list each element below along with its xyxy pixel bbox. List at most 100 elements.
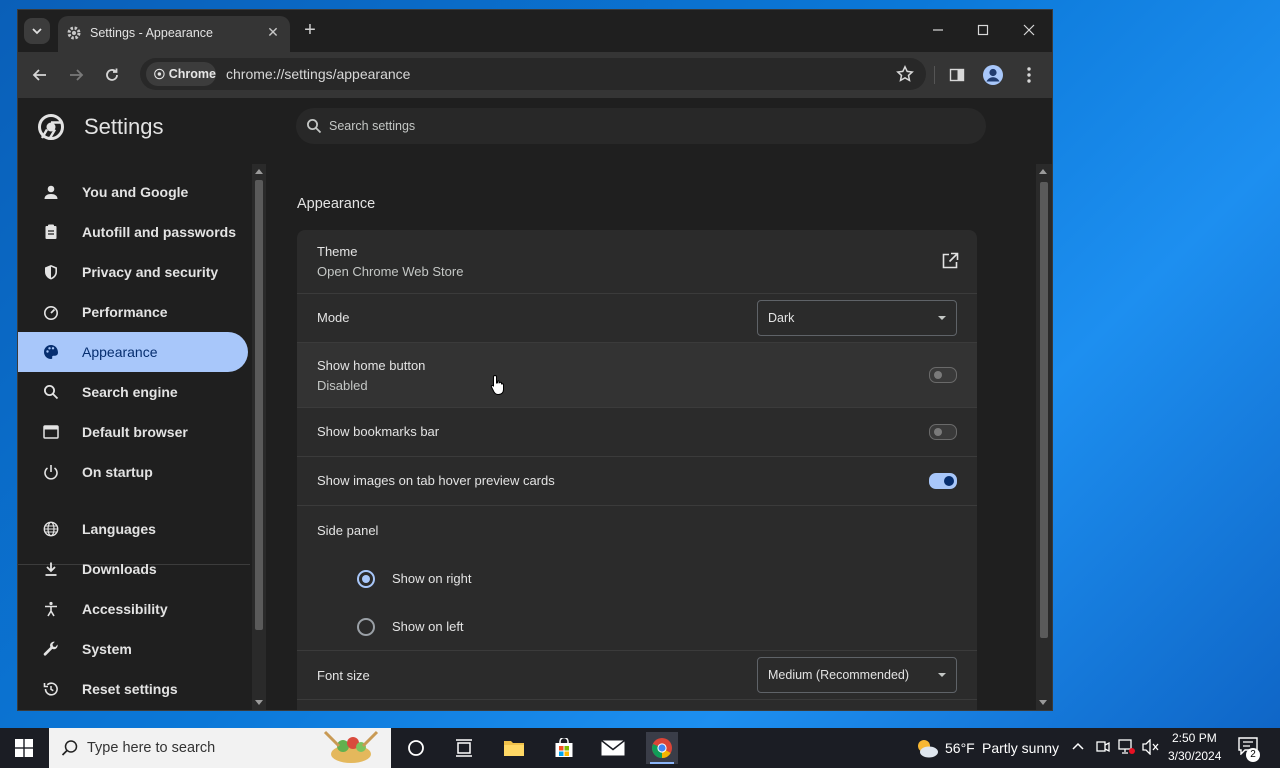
row-title: Show bookmarks bar — [317, 424, 440, 439]
sidebar-item-languages[interactable]: Languages — [18, 509, 248, 549]
mode-row: Mode Dark — [297, 294, 977, 343]
scroll-down-arrow[interactable] — [1039, 700, 1047, 705]
home-button-toggle[interactable] — [929, 367, 957, 383]
sidebar-item-on-startup[interactable]: On startup — [18, 452, 248, 492]
theme-row[interactable]: Theme Open Chrome Web Store — [297, 230, 977, 294]
row-title: Font size — [317, 668, 370, 683]
mode-select[interactable]: Dark — [757, 300, 957, 336]
clock-time[interactable]: 2:50 PM — [1172, 731, 1217, 745]
cortana-button[interactable] — [400, 732, 432, 764]
sidebar-item-you-and-google[interactable]: You and Google — [18, 172, 248, 212]
sidebar-scroll-thumb[interactable] — [255, 180, 263, 630]
scroll-down-arrow[interactable] — [255, 700, 263, 705]
address-bar[interactable]: Chrome chrome://settings/appearance — [140, 58, 926, 90]
sidebar-item-appearance[interactable]: Appearance — [18, 332, 248, 372]
menu-button[interactable] — [1018, 64, 1040, 86]
maximize-button[interactable] — [973, 20, 993, 40]
shield-icon — [42, 263, 60, 281]
tab-hover-toggle[interactable] — [929, 473, 957, 489]
scroll-up-arrow[interactable] — [1039, 169, 1047, 174]
sidebar-item-downloads[interactable]: Downloads — [18, 549, 248, 589]
tab-hover-row[interactable]: Show images on tab hover preview cards — [297, 457, 977, 506]
main-scroll-thumb[interactable] — [1040, 182, 1048, 638]
sidebar-scrollbar[interactable] — [252, 164, 266, 710]
start-button[interactable] — [0, 728, 48, 768]
forward-button[interactable] — [65, 64, 87, 86]
task-view-button[interactable] — [448, 732, 480, 764]
chevron-up-icon[interactable] — [1072, 739, 1084, 754]
sidebar-item-label: Accessibility — [82, 601, 168, 617]
bookmarks-bar-toggle[interactable] — [929, 424, 957, 440]
store-button[interactable] — [548, 732, 580, 764]
side-panel-button[interactable] — [946, 64, 968, 86]
sidebar-item-reset-settings[interactable]: Reset settings — [18, 669, 248, 709]
search-icon — [61, 740, 78, 756]
row-title: Show images on tab hover preview cards — [317, 473, 555, 488]
row-subtitle: Disabled — [317, 378, 368, 393]
profile-button[interactable] — [982, 64, 1004, 86]
history-icon — [42, 680, 60, 698]
search-placeholder: Search settings — [329, 119, 416, 133]
settings-page: Settings Search settings You and Google … — [18, 98, 1052, 710]
sidebar-item-performance[interactable]: Performance — [18, 292, 248, 332]
browser-window: Settings - Appearance ✕ + Chrome chrome:… — [18, 10, 1052, 710]
sidebar-item-label: You and Google — [82, 184, 189, 200]
hand-cursor-icon — [490, 374, 504, 395]
sidebar-item-label: Performance — [82, 304, 168, 320]
settings-search-input[interactable]: Search settings — [296, 108, 986, 144]
new-tab-button[interactable]: + — [300, 20, 320, 41]
clock-date[interactable]: 3/30/2024 — [1168, 749, 1221, 763]
taskbar-search-input[interactable]: Type here to search — [49, 728, 391, 768]
sidebar-item-accessibility[interactable]: Accessibility — [18, 589, 248, 629]
sidebar-item-label: Privacy and security — [82, 264, 219, 280]
palette-icon — [42, 343, 60, 361]
chrome-logo-icon — [652, 738, 672, 759]
network-icon[interactable] — [1118, 739, 1136, 758]
volume-muted-icon[interactable] — [1142, 738, 1160, 758]
reload-button[interactable] — [101, 64, 123, 86]
power-icon — [42, 463, 60, 481]
site-info-chip[interactable]: Chrome — [146, 62, 216, 86]
back-button[interactable] — [29, 64, 51, 86]
sidebar-item-search-engine[interactable]: Search engine — [18, 372, 248, 412]
close-tab-icon[interactable]: ✕ — [264, 23, 282, 41]
radio-show-on-left[interactable] — [357, 618, 375, 636]
sidebar-item-default-browser[interactable]: Default browser — [18, 412, 248, 452]
taskbar: Type here to search 56°F Partly sunny 2:… — [0, 728, 1280, 768]
weather-description[interactable]: Partly sunny — [982, 740, 1059, 756]
bookmarks-bar-row[interactable]: Show bookmarks bar — [297, 408, 977, 457]
minimize-button[interactable] — [928, 20, 948, 40]
tab-settings-appearance[interactable]: Settings - Appearance ✕ — [58, 16, 290, 52]
home-button-row[interactable]: Show home button Disabled — [297, 343, 977, 408]
bookmark-star-icon[interactable] — [896, 65, 914, 83]
tab-search-button[interactable] — [24, 18, 50, 44]
weather-temperature[interactable]: 56°F — [945, 740, 975, 756]
globe-icon — [42, 520, 60, 538]
row-title: Theme — [317, 244, 358, 259]
file-explorer-button[interactable] — [498, 732, 530, 764]
sidebar-item-autofill[interactable]: Autofill and passwords — [18, 212, 248, 252]
toggle-knob — [934, 428, 942, 436]
main-scrollbar[interactable] — [1036, 164, 1052, 710]
radio-label[interactable]: Show on left — [392, 619, 464, 634]
toggle-knob — [934, 371, 942, 379]
clipboard-icon — [42, 223, 60, 241]
meet-now-icon[interactable] — [1096, 739, 1110, 758]
sidebar-item-privacy[interactable]: Privacy and security — [18, 252, 248, 292]
chrome-taskbar-button[interactable] — [646, 732, 678, 764]
reload-icon — [106, 68, 118, 81]
folder-icon — [504, 741, 524, 756]
salad-bowl-icon — [323, 730, 379, 763]
sidebar-item-system[interactable]: System — [18, 629, 248, 669]
person-icon — [42, 183, 60, 201]
scroll-up-arrow[interactable] — [255, 169, 263, 174]
speedometer-icon — [42, 303, 60, 321]
tab-title: Settings - Appearance — [90, 26, 213, 40]
font-size-select[interactable]: Medium (Recommended) — [757, 657, 957, 693]
external-link-icon[interactable] — [941, 252, 959, 270]
close-window-button[interactable] — [1019, 20, 1039, 40]
partly-sunny-weather-icon — [918, 740, 938, 758]
radio-label[interactable]: Show on right — [392, 571, 472, 586]
mail-button[interactable] — [597, 732, 629, 764]
radio-show-on-right[interactable] — [357, 570, 375, 588]
